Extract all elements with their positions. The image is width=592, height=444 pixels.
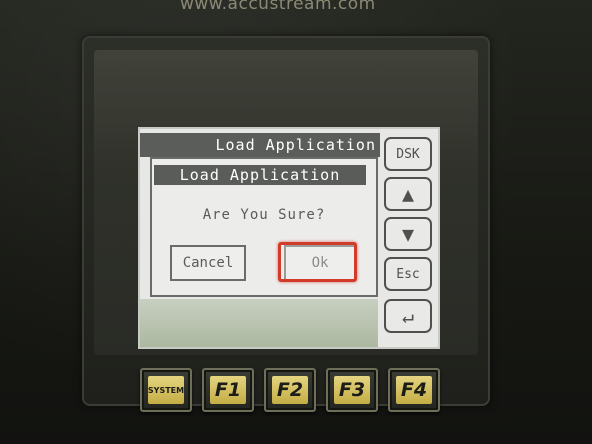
f3-key-label: F3 — [334, 376, 370, 404]
up-arrow-icon[interactable]: ▲ — [384, 177, 432, 211]
dsk-button[interactable]: DSK — [384, 137, 432, 171]
screen-title: Load Application — [140, 133, 380, 157]
dialog-message: Are You Sure? — [202, 207, 326, 223]
lcd-screen: Load Application DSK ▲ ▼ Esc ↵ Load Appl… — [138, 127, 440, 349]
f4-key[interactable]: F4 — [388, 368, 440, 412]
f1-key[interactable]: F1 — [202, 368, 254, 412]
f2-key[interactable]: F2 — [264, 368, 316, 412]
ok-button-highlight — [278, 242, 357, 282]
system-key[interactable]: SYSTEM — [140, 368, 192, 412]
f1-key-label: F1 — [210, 376, 246, 404]
f2-key-label: F2 — [272, 376, 308, 404]
enter-icon[interactable]: ↵ — [384, 299, 432, 333]
function-key-row: SYSTEM F1 F2 F3 F4 — [136, 368, 442, 420]
system-key-label: SYSTEM — [148, 376, 184, 404]
dialog-title: Load Application — [154, 165, 366, 185]
down-arrow-icon[interactable]: ▼ — [384, 217, 432, 251]
cancel-button[interactable]: Cancel — [170, 245, 246, 281]
lcd-backlight-shade — [140, 299, 378, 347]
f3-key[interactable]: F3 — [326, 368, 378, 412]
brand-url-label: www.accustream.com — [180, 0, 376, 14]
esc-button[interactable]: Esc — [384, 257, 432, 291]
f4-key-label: F4 — [396, 376, 432, 404]
